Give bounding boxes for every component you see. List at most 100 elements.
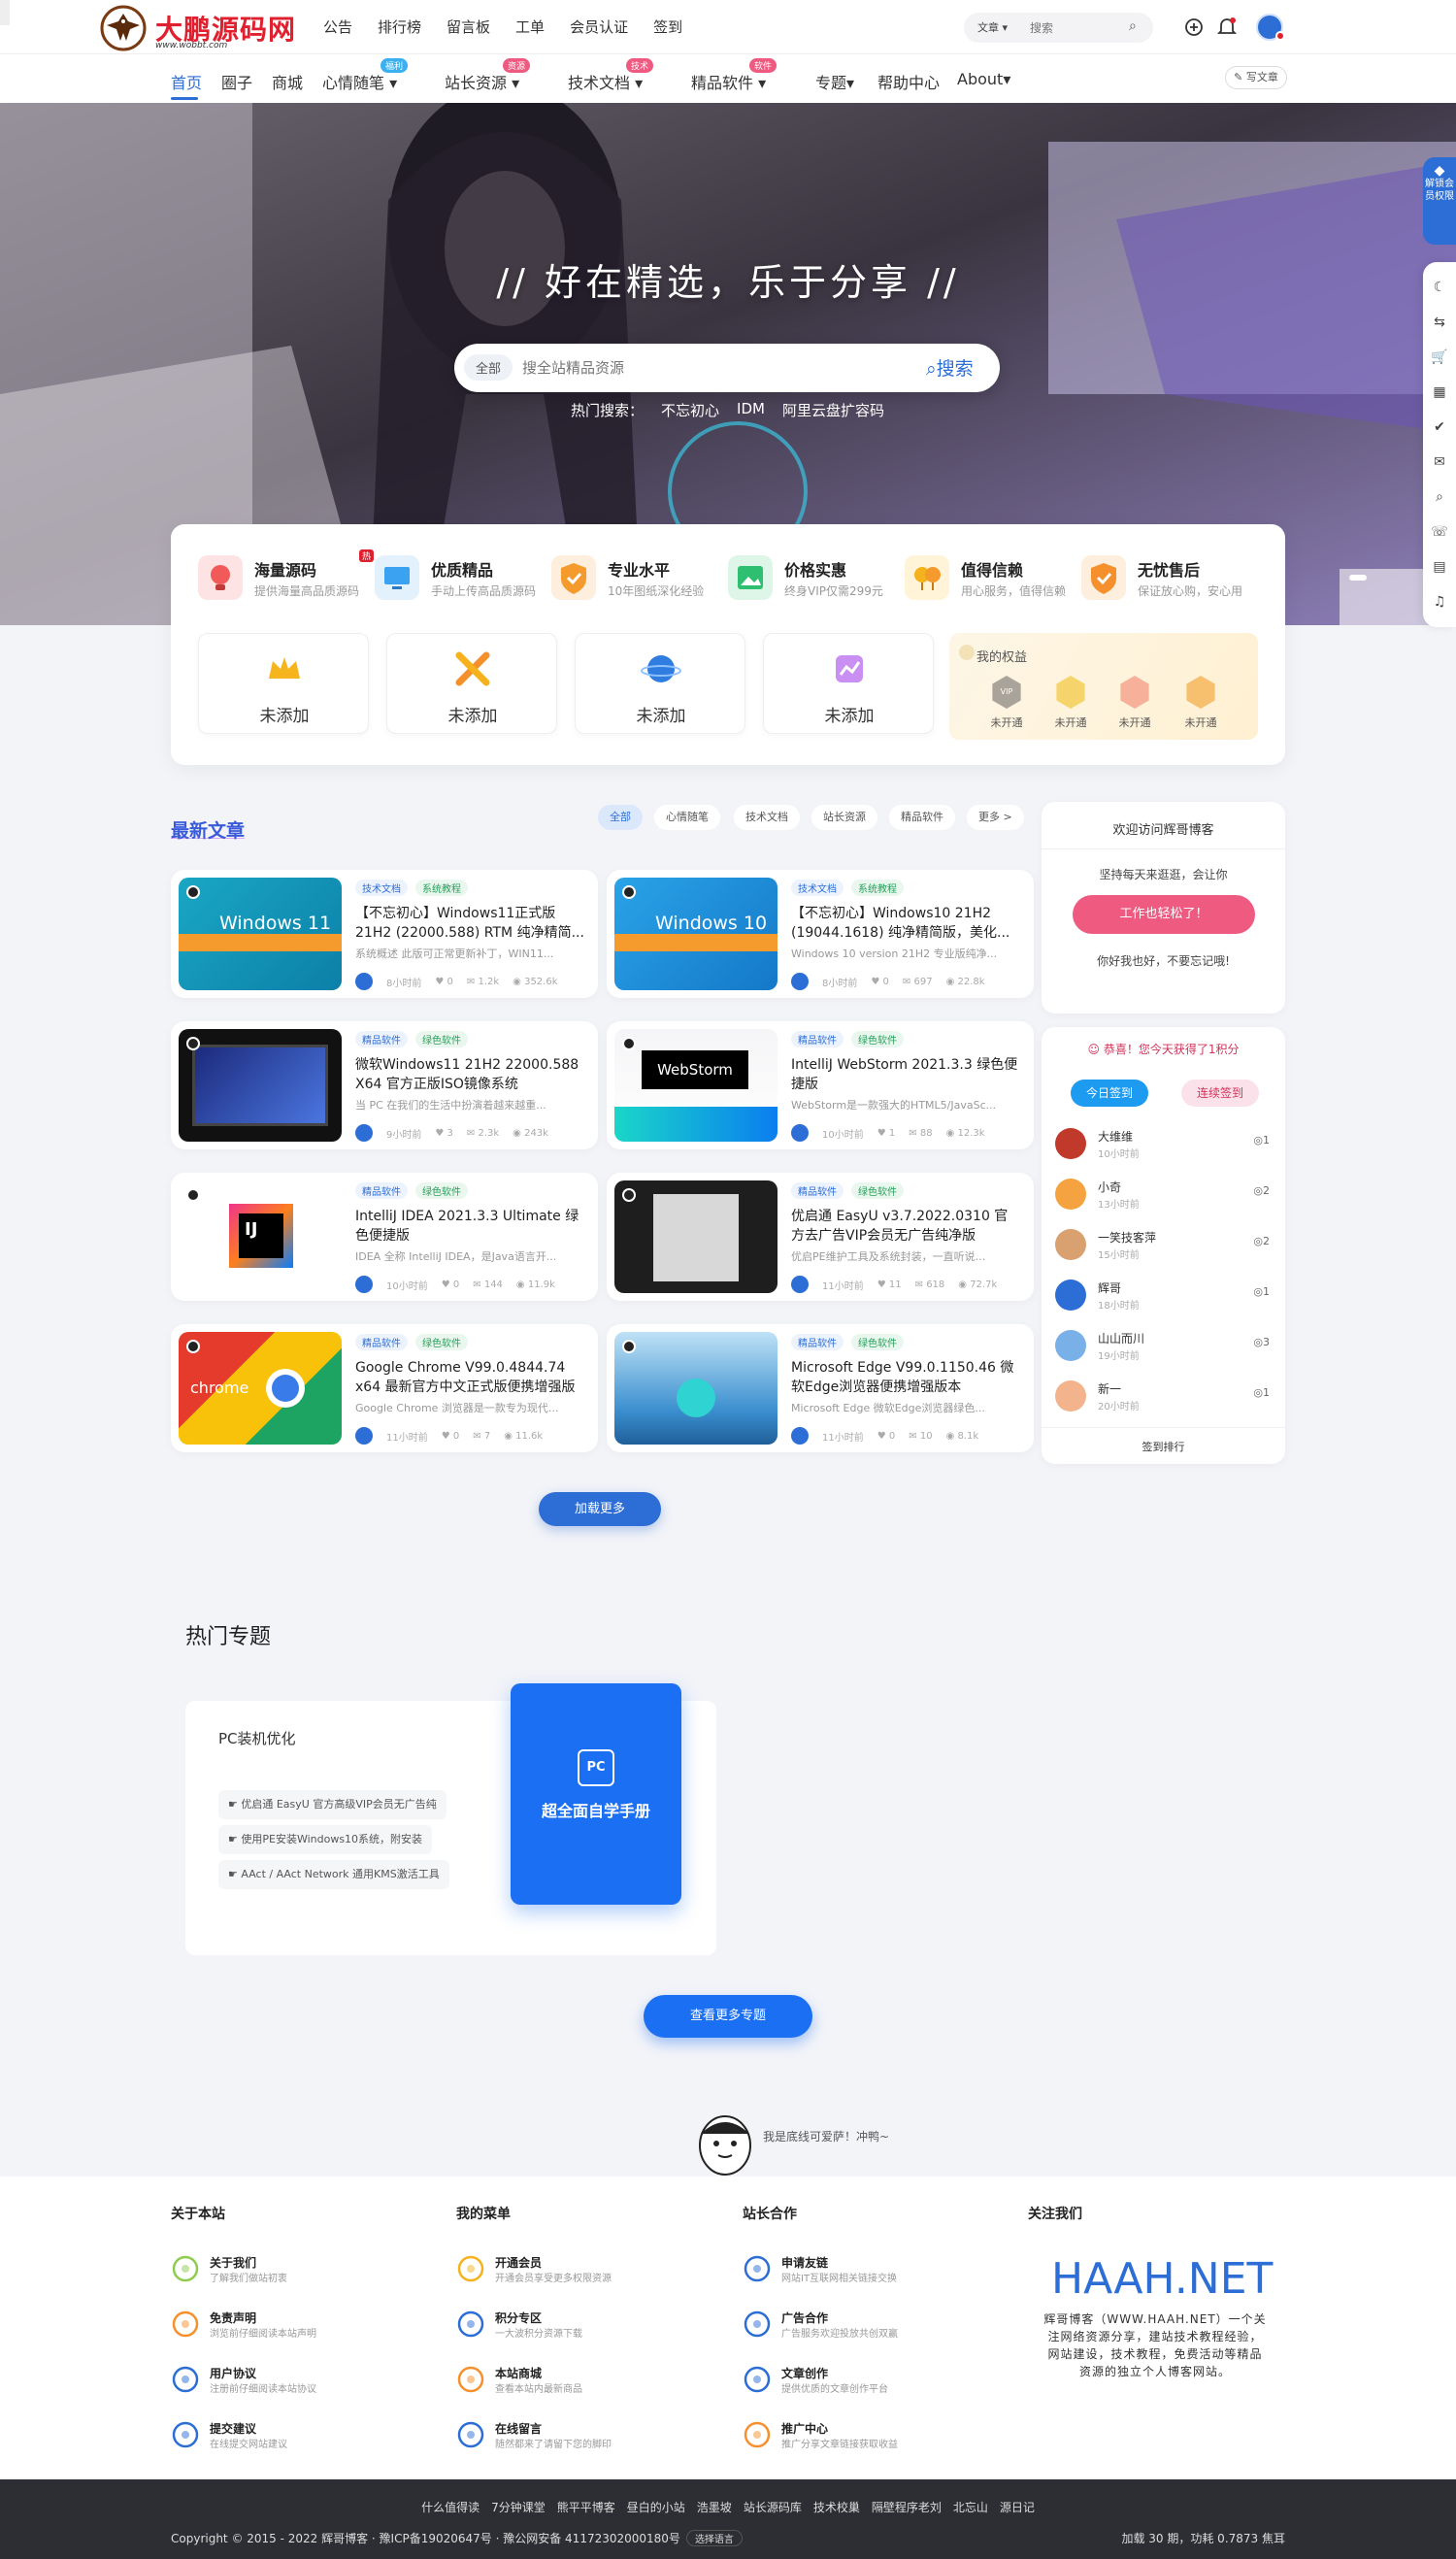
nav-shop[interactable]: 商城: [272, 70, 303, 93]
post-tag[interactable]: 技术文档: [355, 880, 408, 896]
post-tag[interactable]: 绿色软件: [851, 1031, 904, 1047]
rail-vip-button[interactable]: ◆ 解锁会员权限: [1423, 157, 1456, 245]
post-card[interactable]: 精品软件 绿色软件 优启通 EasyU v3.7.2022.0310 官方去广告VI…: [607, 1173, 1034, 1301]
post-thumbnail[interactable]: Windows 10: [614, 878, 778, 990]
footer-link[interactable]: 免责声明 浏览前仔细阅读本站声明: [171, 2306, 423, 2344]
friend-link[interactable]: 技术校巢: [813, 2501, 860, 2514]
post-card[interactable]: IJ 精品软件 绿色软件 IntelliJ IDEA 2021.3.3 Ultimat…: [171, 1173, 598, 1301]
post-title[interactable]: Google Chrome V99.0.4844.74 x64 最新官方中文正式…: [355, 1358, 584, 1397]
post-thumbnail[interactable]: [614, 1332, 778, 1445]
footer-link[interactable]: 积分专区 一大波积分资源下载: [456, 2306, 709, 2344]
post-card[interactable]: WebStorm 精品软件 绿色软件 IntelliJ WebStorm 2021.3…: [607, 1021, 1034, 1149]
load-more-button[interactable]: 加载更多: [539, 1492, 661, 1526]
post-tag[interactable]: 绿色软件: [415, 1182, 468, 1199]
post-tag[interactable]: 精品软件: [355, 1334, 408, 1350]
avatar[interactable]: [1055, 1330, 1086, 1361]
author-avatar[interactable]: [355, 1427, 373, 1445]
checkin-rank-row[interactable]: 大维维 10小时前 ◎1: [1055, 1124, 1274, 1169]
friend-link[interactable]: 7分钟课堂: [491, 2501, 546, 2514]
filter-software[interactable]: 精品软件: [889, 805, 955, 830]
streak-checkin-button[interactable]: 连续签到: [1181, 1080, 1259, 1107]
post-tag[interactable]: 绿色软件: [851, 1182, 904, 1199]
topic-link[interactable]: ☛ AAct / AAct Network 通用KMS激活工具: [218, 1860, 449, 1889]
nav-webmaster[interactable]: 站长资源 ▾ 资源: [445, 58, 531, 93]
welcome-button[interactable]: 工作也轻松了！: [1073, 895, 1255, 934]
topnav-ranking[interactable]: 排行榜: [378, 17, 421, 37]
post-title[interactable]: IntelliJ WebStorm 2021.3.3 绿色便捷版: [791, 1055, 1020, 1094]
post-tag[interactable]: 绿色软件: [851, 1334, 904, 1350]
post-tag[interactable]: 系统教程: [851, 880, 904, 896]
post-card[interactable]: Windows 11 技术文档 系统教程 【不忘初心】Windows11正式版21H2…: [171, 870, 598, 998]
search-icon[interactable]: ⌕: [1423, 480, 1456, 515]
rights-item[interactable]: 未开通: [1176, 676, 1225, 730]
quick-slot[interactable]: 未添加: [198, 633, 369, 734]
friend-link[interactable]: 源日记: [1000, 2501, 1035, 2514]
chat-icon[interactable]: ✉: [1423, 445, 1456, 480]
hero-search-input[interactable]: [522, 356, 872, 380]
filter-resource[interactable]: 站长资源: [811, 805, 877, 830]
quick-slot[interactable]: 未添加: [386, 633, 557, 734]
filter-mood[interactable]: 心情随笔: [654, 805, 720, 830]
write-post-button[interactable]: ✎ 写文章: [1225, 66, 1287, 89]
search-icon[interactable]: ⌕: [1129, 18, 1137, 34]
friend-link[interactable]: 熊平平博客: [557, 2501, 615, 2514]
topic-card[interactable]: PC装机优化 ☛ 优启通 EasyU 官方高级VIP会员无广告纯 ☛ 使用PE安…: [185, 1683, 716, 1955]
nav-software[interactable]: 精品软件 ▾ 软件: [691, 58, 778, 93]
post-card[interactable]: chrome 精品软件 绿色软件 Google Chrome V99.0.4844.7…: [171, 1324, 598, 1452]
top-search-input[interactable]: [1030, 18, 1127, 37]
bell-icon[interactable]: [1217, 17, 1237, 38]
service-icon[interactable]: ☏: [1423, 515, 1456, 549]
topnav-ticket[interactable]: 工单: [515, 17, 545, 37]
dark-mode-icon[interactable]: ☾: [1423, 270, 1456, 305]
nav-tech-docs[interactable]: 技术文档 ▾ 技术: [568, 58, 654, 93]
post-tag[interactable]: 精品软件: [791, 1031, 844, 1047]
footer-link[interactable]: 广告合作 广告服务欢迎投放共创双赢: [743, 2306, 995, 2344]
post-title[interactable]: 【不忘初心】Windows11正式版21H2 (22000.588) RTM 纯…: [355, 904, 584, 943]
author-avatar[interactable]: [791, 1427, 809, 1445]
friend-link[interactable]: 北忘山: [953, 2501, 988, 2514]
footer-link[interactable]: 申请友链 网站IT互联网相关链接交换: [743, 2250, 995, 2289]
footer-link[interactable]: 在线留言 随然都来了请留下您的脚印: [456, 2416, 709, 2455]
topic-link[interactable]: ☛ 优启通 EasyU 官方高级VIP会员无广告纯: [218, 1790, 447, 1819]
footer-link[interactable]: 用户协议 注册前仔细阅读本站协议: [171, 2361, 423, 2400]
topic-feature-block[interactable]: PC 超全面自学手册: [511, 1683, 681, 1905]
filter-more[interactable]: 更多 >: [967, 805, 1024, 830]
topic-link[interactable]: ☛ 使用PE安装Windows10系统，附安装: [218, 1825, 433, 1854]
checkin-rank-row[interactable]: 新一 20小时前 ◎1: [1055, 1377, 1274, 1421]
more-topics-button[interactable]: 查看更多专题: [644, 1995, 812, 2038]
grid-icon[interactable]: ▦: [1423, 375, 1456, 410]
check-icon[interactable]: ✔: [1423, 410, 1456, 445]
swap-icon[interactable]: ⇆: [1423, 305, 1456, 340]
footer-link[interactable]: 关于我们 了解我们做站初衷: [171, 2250, 423, 2289]
nav-about[interactable]: About▾: [957, 70, 1010, 88]
avatar[interactable]: [1055, 1280, 1086, 1311]
friend-link[interactable]: 什么值得读: [421, 2501, 480, 2514]
checkin-rank-row[interactable]: 小奇 13小时前 ◎2: [1055, 1175, 1274, 1219]
nav-home[interactable]: 首页: [171, 70, 202, 93]
topnav-member-auth[interactable]: 会员认证: [570, 17, 628, 37]
rights-item[interactable]: VIP 未开通: [982, 676, 1031, 730]
nav-help[interactable]: 帮助中心: [877, 70, 940, 93]
friend-link[interactable]: 站长源码库: [744, 2501, 802, 2514]
post-title[interactable]: 微软Windows11 21H2 22000.588 X64 官方正版ISO镜像…: [355, 1055, 584, 1094]
post-title[interactable]: IntelliJ IDEA 2021.3.3 Ultimate 绿色便捷版: [355, 1207, 584, 1246]
hero-search-button[interactable]: ⌕搜索: [926, 354, 974, 381]
footer-link[interactable]: 文章创作 提供优质的文章创作平台: [743, 2361, 995, 2400]
footer-link[interactable]: 开通会员 开通会员享受更多权限资源: [456, 2250, 709, 2289]
notice-icon[interactable]: ♫: [1423, 584, 1456, 619]
friend-link[interactable]: 隔壁程序老刘: [872, 2501, 942, 2514]
post-thumbnail[interactable]: chrome: [179, 1332, 342, 1445]
quick-slot[interactable]: 未添加: [763, 633, 934, 734]
post-thumbnail[interactable]: [179, 1029, 342, 1142]
checkin-rank-link[interactable]: 签到排行: [1042, 1439, 1285, 1454]
nav-mood[interactable]: 心情随笔 ▾ 福利: [322, 58, 409, 93]
footer-link[interactable]: 推广中心 推广分享文章链接获取收益: [743, 2416, 995, 2455]
avatar[interactable]: [1055, 1179, 1086, 1210]
rights-item[interactable]: 未开通: [1046, 676, 1095, 730]
checkin-rank-row[interactable]: 一笑技客萍 15小时前 ◎2: [1055, 1225, 1274, 1270]
author-avatar[interactable]: [791, 973, 809, 990]
footer-link[interactable]: 本站商城 查看本站内最新商品: [456, 2361, 709, 2400]
author-avatar[interactable]: [355, 1124, 373, 1142]
qrcode-icon[interactable]: ▤: [1423, 549, 1456, 584]
avatar[interactable]: [1055, 1380, 1086, 1412]
